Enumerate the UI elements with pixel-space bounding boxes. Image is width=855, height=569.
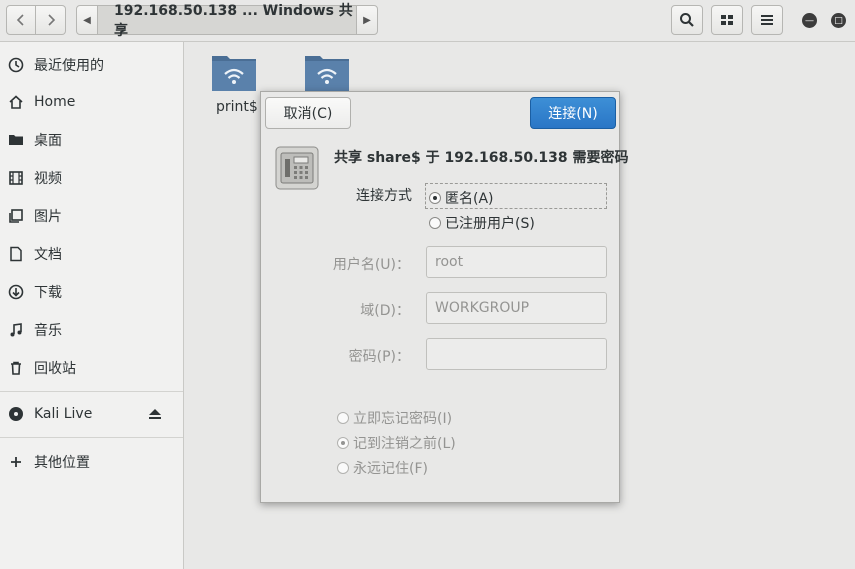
sidebar-item-label: Kali Live — [34, 406, 93, 422]
plus-icon — [8, 455, 24, 469]
hamburger-menu-icon — [761, 15, 773, 25]
folder-share[interactable] — [304, 52, 350, 92]
radio-label: 记到注销之前(L) — [353, 436, 456, 452]
folder-label: print$ — [216, 99, 258, 115]
password-label: 密码(P)： — [348, 349, 410, 365]
radio-selected-icon — [337, 437, 349, 449]
sidebar-item-label: 文档 — [34, 247, 62, 263]
eject-icon[interactable] — [147, 406, 163, 426]
chevron-right-icon — [47, 14, 55, 26]
path-bar: ◀ 192.168.50.138 ... Windows 共享 ▶ — [76, 3, 378, 39]
network-folder-icon — [212, 56, 256, 91]
forward-button[interactable] — [36, 5, 66, 35]
sidebar-item-other-locations[interactable]: 其他位置 — [0, 444, 183, 480]
domain-field[interactable] — [426, 292, 607, 324]
sidebar-item-videos[interactable]: 视频 — [0, 160, 183, 196]
radio-label: 已注册用户(S) — [445, 216, 535, 232]
sidebar-item-label: 音乐 — [34, 323, 62, 339]
folder-print-share[interactable] — [211, 52, 257, 92]
domain-label: 域(D)： — [360, 303, 410, 319]
grid-view-icon — [721, 15, 733, 25]
cancel-button[interactable]: 取消(C) — [265, 97, 351, 129]
sidebar-item-downloads[interactable]: 下载 — [0, 274, 183, 310]
sidebar-item-home[interactable]: Home — [0, 84, 183, 120]
music-icon — [8, 322, 24, 338]
download-icon — [8, 284, 24, 300]
registered-user-radio[interactable]: 已注册用户(S) — [429, 213, 535, 233]
username-label: 用户名(U)： — [332, 257, 410, 273]
disc-icon — [8, 406, 24, 422]
radio-label: 立即忘记密码(I) — [353, 411, 453, 427]
sidebar-item-label: 视频 — [34, 171, 62, 187]
radio-selected-icon — [429, 192, 441, 204]
sidebar-item-recent[interactable]: 最近使用的 — [0, 47, 183, 83]
sidebar-item-music[interactable]: 音乐 — [0, 312, 183, 348]
sidebar-item-label: 图片 — [34, 209, 62, 225]
sidebar-divider — [0, 391, 183, 392]
sidebar-item-label: 下载 — [34, 285, 62, 301]
sidebar-item-trash[interactable]: 回收站 — [0, 350, 183, 386]
password-keypad-icon — [275, 146, 319, 190]
anonymous-radio[interactable]: 匿名(A) — [429, 188, 494, 208]
back-button[interactable] — [6, 5, 36, 35]
maximize-button[interactable]: □ — [831, 13, 846, 28]
path-crumb-current[interactable]: 192.168.50.138 ... Windows 共享 — [98, 3, 356, 39]
path-scroll-left-button[interactable]: ◀ — [76, 5, 98, 35]
password-field[interactable] — [426, 338, 607, 370]
pictures-icon — [8, 208, 24, 224]
home-icon — [8, 94, 24, 110]
radio-label: 匿名(A) — [445, 191, 494, 207]
radio-unselected-icon — [337, 462, 349, 474]
search-button[interactable] — [671, 5, 703, 35]
sidebar-item-label: Home — [34, 94, 76, 110]
sidebar-item-label: 回收站 — [34, 361, 76, 377]
view-toggle-button[interactable] — [711, 5, 743, 35]
chevron-left-icon — [16, 14, 24, 26]
radio-unselected-icon — [429, 217, 441, 229]
triangle-left-icon: ◀ — [83, 14, 91, 26]
sidebar: 最近使用的 Home 桌面 视频 图片 文档 下载 音乐 回收站 Kali Li… — [0, 42, 184, 569]
connect-button[interactable]: 连接(N) — [530, 97, 616, 129]
remember-until-logout-radio[interactable]: 记到注销之前(L) — [337, 433, 456, 453]
sidebar-item-documents[interactable]: 文档 — [0, 236, 183, 272]
sidebar-item-pictures[interactable]: 图片 — [0, 198, 183, 234]
desktop-folder-icon — [8, 132, 24, 148]
radio-label: 永远记住(F) — [353, 461, 428, 477]
network-folder-icon — [305, 56, 349, 91]
navigation-buttons — [6, 5, 66, 35]
recent-icon — [8, 57, 24, 73]
sidebar-item-label: 桌面 — [34, 133, 62, 149]
password-dialog: 取消(C) 连接(N) 共享 share$ 于 192.168.50.138 需… — [260, 91, 629, 503]
sidebar-item-label: 最近使用的 — [34, 58, 104, 74]
header-bar: ◀ 192.168.50.138 ... Windows 共享 ▶ — □ — [0, 0, 855, 42]
forget-immediately-radio[interactable]: 立即忘记密码(I) — [337, 408, 452, 428]
radio-unselected-icon — [337, 412, 349, 424]
minimize-button[interactable]: — — [802, 13, 817, 28]
minimize-icon: — — [805, 15, 814, 26]
sidebar-item-kali-live[interactable]: Kali Live — [0, 396, 183, 432]
remember-forever-radio[interactable]: 永远记住(F) — [337, 458, 428, 478]
triangle-right-icon: ▶ — [363, 14, 371, 26]
sidebar-item-label: 其他位置 — [34, 455, 90, 471]
trash-icon — [8, 360, 24, 376]
video-icon — [8, 170, 24, 186]
username-field[interactable] — [426, 246, 607, 278]
dialog-title: 共享 share$ 于 192.168.50.138 需要密码 — [334, 150, 629, 166]
connect-as-label: 连接方式 — [356, 188, 412, 204]
document-icon — [8, 246, 24, 262]
search-icon — [680, 13, 694, 27]
path-scroll-right-button[interactable]: ▶ — [356, 5, 378, 35]
sidebar-divider — [0, 437, 183, 438]
menu-button[interactable] — [751, 5, 783, 35]
sidebar-item-desktop[interactable]: 桌面 — [0, 122, 183, 158]
maximize-icon: □ — [834, 15, 843, 26]
